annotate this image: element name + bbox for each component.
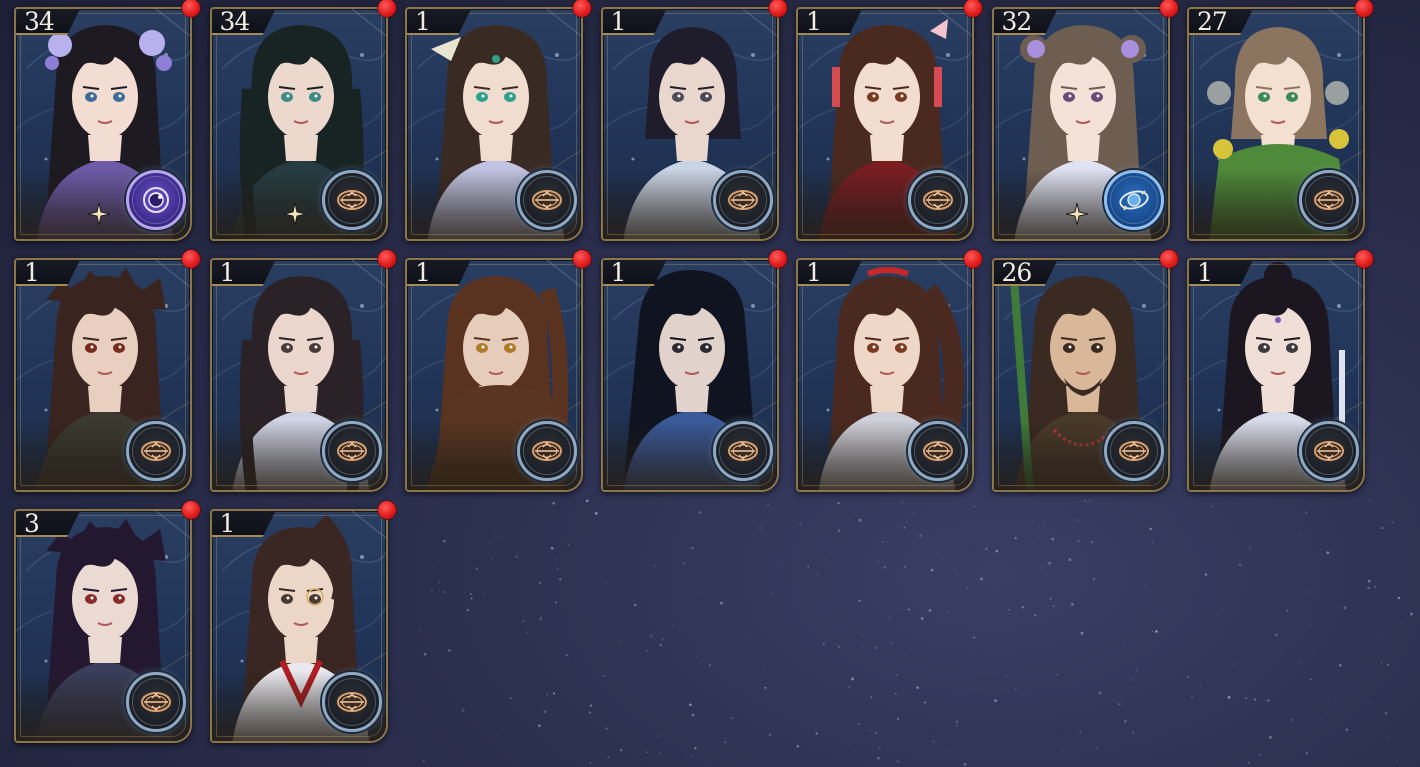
character-card[interactable]: 27 [1187,0,1373,241]
compass-emblem-icon [1103,421,1164,481]
notification-dot [1159,250,1178,268]
notification-dot [768,250,787,268]
sparkle-icon [87,202,111,226]
card-count: 1 [806,258,822,287]
compass-emblem-icon [321,421,382,481]
card-count: 34 [24,7,55,36]
character-card[interactable]: 1 [796,0,982,241]
notification-dot [1355,0,1373,17]
card-count: 1 [415,7,431,36]
character-grid: 34 34 1 1 1 32 27 1 1 1 1 1 26 1 3 1 [0,0,1420,767]
card-count: 1 [806,7,822,36]
card-count: 27 [1197,7,1228,36]
character-card[interactable]: 1 [1187,250,1373,492]
compass-emblem-icon [908,170,968,230]
character-card[interactable]: 26 [991,250,1178,492]
card-count: 1 [24,258,40,287]
card-count: 34 [219,7,251,36]
notification-dot [573,250,591,268]
character-card[interactable]: 32 [991,0,1178,241]
card-count: 1 [610,258,627,287]
character-card[interactable]: 1 [405,250,591,492]
character-card[interactable]: 1 [209,250,396,492]
card-count: 1 [1197,258,1213,287]
compass-emblem-icon [1299,170,1359,230]
character-card[interactable]: 1 [600,0,787,241]
notification-dot [182,501,200,519]
compass-emblem-icon [908,421,968,481]
card-count: 1 [415,258,431,287]
character-card[interactable]: 1 [405,0,591,241]
compass-emblem-icon [712,421,773,481]
sparkle-icon [283,202,306,226]
compass-emblem-icon [321,672,382,732]
notification-dot [1355,250,1373,268]
planet-emblem-icon [1103,170,1164,230]
notification-dot [964,250,982,268]
compass-emblem-icon [712,170,773,230]
notification-dot [377,501,396,519]
character-card[interactable]: 1 [600,250,787,492]
notification-dot [182,250,200,268]
character-card[interactable]: 1 [14,250,200,492]
character-card[interactable]: 34 [209,0,396,241]
notification-dot [768,0,787,17]
card-count: 1 [219,258,236,287]
notification-dot [573,0,591,17]
compass-emblem-icon [1299,421,1359,481]
compass-emblem-icon [126,421,186,481]
notification-dot [377,0,396,17]
notification-dot [377,250,396,268]
compass-emblem-icon [517,170,577,230]
card-count: 1 [219,509,236,538]
compass-emblem-icon [126,672,186,732]
notification-dot [182,0,200,17]
card-count: 3 [24,509,40,538]
character-card[interactable]: 1 [209,501,396,743]
compass-emblem-icon [321,170,382,230]
notification-dot [964,0,982,17]
card-count: 1 [610,7,627,36]
moon-emblem-icon [126,170,186,230]
character-card[interactable]: 3 [14,501,200,743]
character-card[interactable]: 34 [14,0,200,241]
compass-emblem-icon [517,421,577,481]
character-card[interactable]: 1 [796,250,982,492]
card-count: 26 [1001,258,1033,287]
card-count: 32 [1001,7,1033,36]
sparkle-icon [1065,202,1088,226]
notification-dot [1159,0,1178,17]
